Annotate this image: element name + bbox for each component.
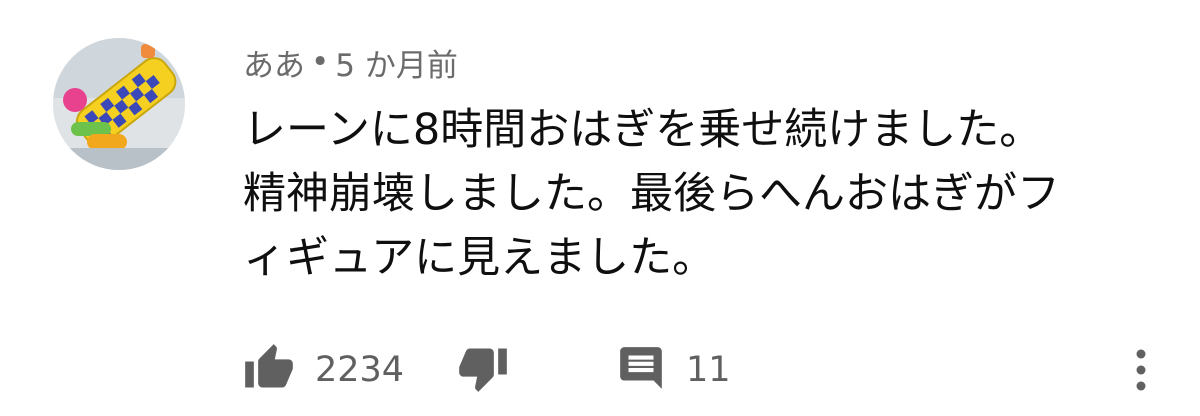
thumb-up-icon	[245, 344, 293, 388]
comment-icon	[620, 347, 662, 389]
reply-button[interactable]	[613, 340, 669, 396]
comment-text: レーンに8時間おはぎを乗せ続けました。 精神崩壊しました。最後らへんおはぎがフ …	[243, 98, 1143, 290]
comment-actions: 2234 11	[243, 340, 1173, 400]
more-actions-button[interactable]	[1121, 340, 1161, 400]
author-name[interactable]: ああ	[243, 40, 305, 85]
meta-separator: •	[311, 44, 330, 80]
more-vertical-icon	[1136, 349, 1146, 391]
comment-text-line: レーンに8時間おはぎを乗せ続けました。	[243, 105, 1043, 155]
comment-timestamp[interactable]: 5 か月前	[335, 40, 458, 85]
reply-count: 11	[686, 350, 731, 390]
comment-text-line: 精神崩壊しました。最後らへんおはぎがフ	[243, 169, 1060, 219]
avatar[interactable]	[53, 38, 185, 170]
thumb-down-icon	[459, 348, 507, 392]
like-count: 2234	[315, 350, 405, 390]
like-button[interactable]	[241, 340, 297, 396]
comment-item: ああ • 5 か月前 レーンに8時間おはぎを乗せ続けました。 精神崩壊しました。…	[0, 0, 1200, 416]
comment-text-line: ィギュアに見えました。	[243, 233, 716, 283]
comment-header: ああ • 5 か月前	[243, 38, 458, 86]
dislike-button[interactable]	[455, 340, 511, 396]
